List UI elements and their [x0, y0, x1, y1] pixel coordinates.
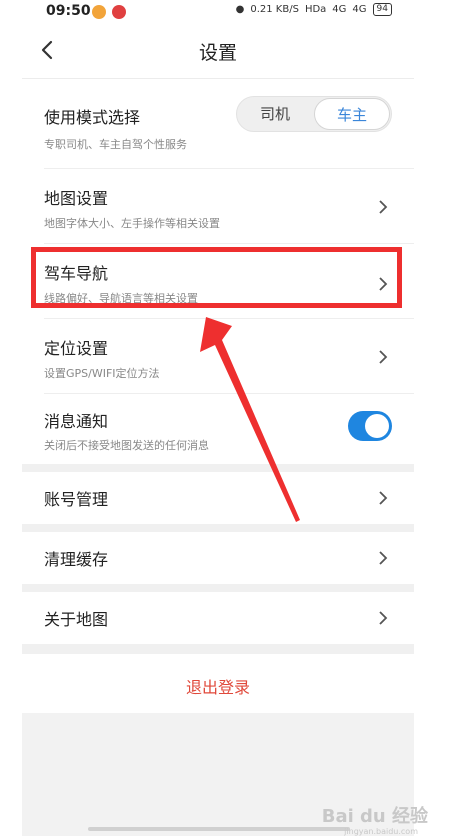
notification-toggle[interactable] — [348, 411, 392, 441]
map-settings-row[interactable]: 地图设置 地图字体大小、左手操作等相关设置 — [22, 169, 414, 243]
settings-screen: 设置 使用模式选择 专职司机、车主自驾个性服务 司机 车主 地图设置 地图字体大… — [22, 24, 414, 836]
clear-cache-row[interactable]: 清理缓存 — [22, 532, 414, 584]
signal-icon: 4G — [332, 4, 347, 15]
hd-indicator: HDa — [304, 4, 327, 15]
mode-select-subtitle: 专职司机、车主自驾个性服务 — [44, 138, 187, 151]
chevron-right-icon — [379, 350, 388, 364]
net-speed: 0.21 KB/S — [250, 4, 299, 15]
section-separator — [22, 644, 414, 654]
page-title: 设置 — [198, 42, 237, 64]
about-row[interactable]: 关于地图 — [22, 592, 414, 644]
notification-subtitle: 关闭后不接受地图发送的任何消息 — [44, 439, 209, 452]
account-row[interactable]: 账号管理 — [22, 472, 414, 524]
status-bar: 09:50 ● 0.21 KB/S HDa 4G 4G 94 — [0, 0, 452, 24]
map-settings-subtitle: 地图字体大小、左手操作等相关设置 — [44, 217, 220, 230]
location-settings-subtitle: 设置GPS/WIFI定位方法 — [44, 367, 160, 380]
notification-title: 消息通知 — [44, 412, 109, 431]
location-settings-title: 定位设置 — [44, 339, 109, 358]
mode-option-driver[interactable]: 司机 — [237, 97, 313, 131]
chevron-right-icon — [379, 551, 388, 565]
battery-icon: 94 — [372, 3, 392, 16]
location-settings-row[interactable]: 定位设置 设置GPS/WIFI定位方法 — [22, 319, 414, 393]
mode-segmented-control: 司机 车主 — [236, 96, 392, 132]
signal-icon-2: 4G — [352, 4, 367, 15]
status-time: 09:50 — [46, 3, 91, 19]
map-settings-title: 地图设置 — [44, 189, 109, 208]
about-title: 关于地图 — [44, 610, 109, 629]
microphone-icon: ● — [235, 4, 245, 15]
status-indicators: ● 0.21 KB/S HDa 4G 4G 94 — [236, 3, 392, 16]
annotation-highlight-box — [31, 247, 402, 308]
logout-button[interactable]: 退出登录 — [22, 674, 414, 698]
section-separator — [22, 584, 414, 592]
mode-option-owner[interactable]: 车主 — [314, 98, 390, 130]
account-title: 账号管理 — [44, 490, 109, 509]
page-header: 设置 — [22, 24, 414, 79]
watermark-url: jingyan.baidu.com — [344, 827, 418, 836]
notification-app-icon — [112, 5, 126, 19]
clear-cache-title: 清理缓存 — [44, 550, 109, 569]
toggle-knob — [365, 414, 389, 438]
mode-select-title: 使用模式选择 — [44, 108, 141, 127]
chevron-right-icon — [379, 491, 388, 505]
weibo-app-icon — [92, 5, 106, 19]
watermark-logo: Bai du 经验 — [321, 806, 428, 827]
chevron-right-icon — [379, 200, 388, 214]
section-separator — [22, 464, 414, 472]
section-separator — [22, 524, 414, 532]
chevron-right-icon — [379, 611, 388, 625]
home-indicator — [88, 827, 350, 831]
